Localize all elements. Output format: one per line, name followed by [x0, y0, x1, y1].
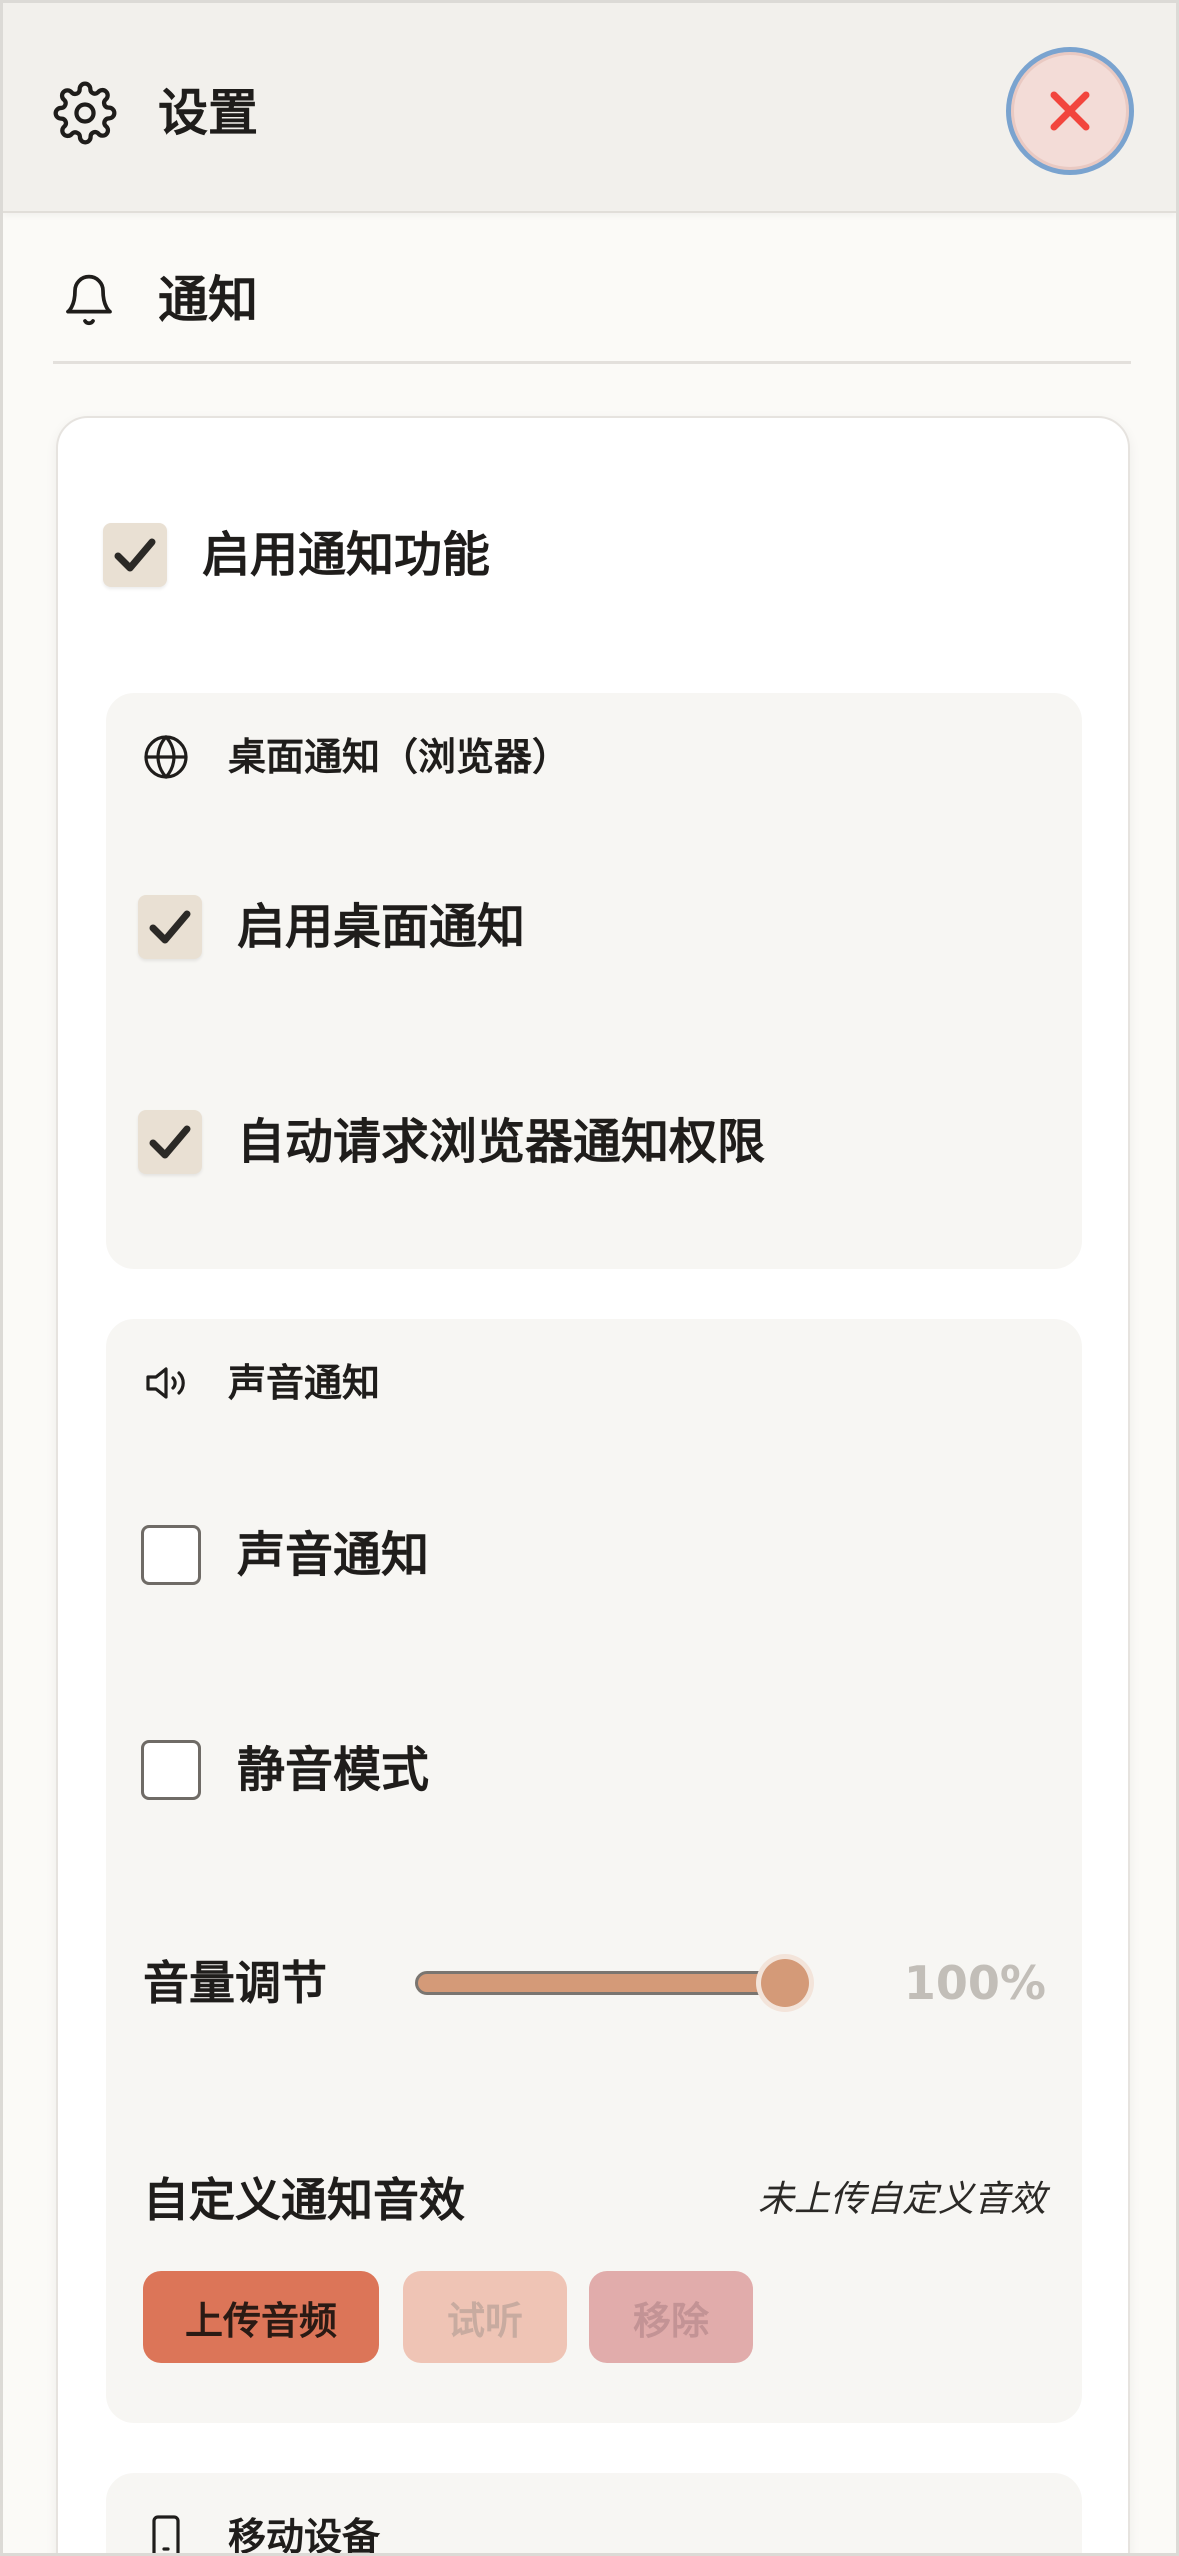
- preview-audio-button[interactable]: 试听: [403, 2271, 567, 2363]
- desktop-notifications-heading: 桌面通知（浏览器）: [228, 735, 571, 779]
- upload-audio-button[interactable]: 上传音频: [143, 2271, 379, 2363]
- divider: [53, 361, 1131, 364]
- volume-slider-thumb[interactable]: [761, 1959, 809, 2007]
- globe-icon: [144, 735, 188, 779]
- mobile-devices-panel: 移动设备: [106, 2473, 1082, 2556]
- bell-icon: [66, 274, 112, 326]
- check-icon: [149, 1125, 191, 1159]
- check-icon: [149, 910, 191, 944]
- mute-mode-label: 静音模式: [237, 1742, 430, 1798]
- enable-notifications-checkbox[interactable]: [103, 523, 167, 587]
- custom-sound-status: 未上传自定义音效: [757, 2179, 1046, 2220]
- close-icon: [1050, 91, 1090, 131]
- enable-desktop-notifications-checkbox[interactable]: [138, 895, 202, 959]
- speaker-icon: [146, 1367, 185, 1399]
- section-title: 通知: [158, 271, 258, 329]
- mobile-devices-heading: 移动设备: [228, 2515, 381, 2556]
- sound-notification-checkbox[interactable]: [141, 1525, 201, 1585]
- desktop-notifications-panel: 桌面通知（浏览器） 启用桌面通知 自动请求浏览器通知权限: [106, 693, 1082, 1269]
- gear-icon: [53, 81, 117, 145]
- auto-request-permission-label: 自动请求浏览器通知权限: [237, 1114, 766, 1170]
- enable-desktop-notifications-label: 启用桌面通知: [237, 899, 526, 955]
- volume-slider-track[interactable]: [415, 1971, 795, 1995]
- check-icon: [114, 538, 156, 572]
- header-bar: 设置: [3, 3, 1176, 213]
- enable-notifications-label: 启用通知功能: [202, 527, 491, 583]
- remove-audio-button[interactable]: 移除: [589, 2271, 753, 2363]
- sound-notifications-heading: 声音通知: [228, 1361, 381, 1405]
- sound-notifications-panel: 声音通知 声音通知 静音模式 音量调节 100% 自定义通知音效 未上传自定义音…: [106, 1319, 1082, 2423]
- close-button[interactable]: [1006, 47, 1134, 175]
- auto-request-permission-checkbox[interactable]: [138, 1110, 202, 1174]
- sound-notification-label: 声音通知: [237, 1527, 430, 1583]
- volume-value: 100%: [903, 1956, 1046, 2010]
- notification-settings-card: 启用通知功能 桌面通知（浏览器） 启用桌面通知 自动请求浏览器通知权限 声音通知…: [56, 416, 1130, 2556]
- mute-mode-checkbox[interactable]: [141, 1740, 201, 1800]
- volume-label: 音量调节: [143, 1956, 327, 2010]
- page-title: 设置: [158, 84, 258, 142]
- custom-sound-label: 自定义通知音效: [143, 2173, 465, 2227]
- phone-icon: [152, 2515, 180, 2553]
- settings-window: 设置 通知 启用通知功能 桌面通知（浏览器） 启用桌面通知 自动请求浏览器通知权…: [0, 0, 1179, 2556]
